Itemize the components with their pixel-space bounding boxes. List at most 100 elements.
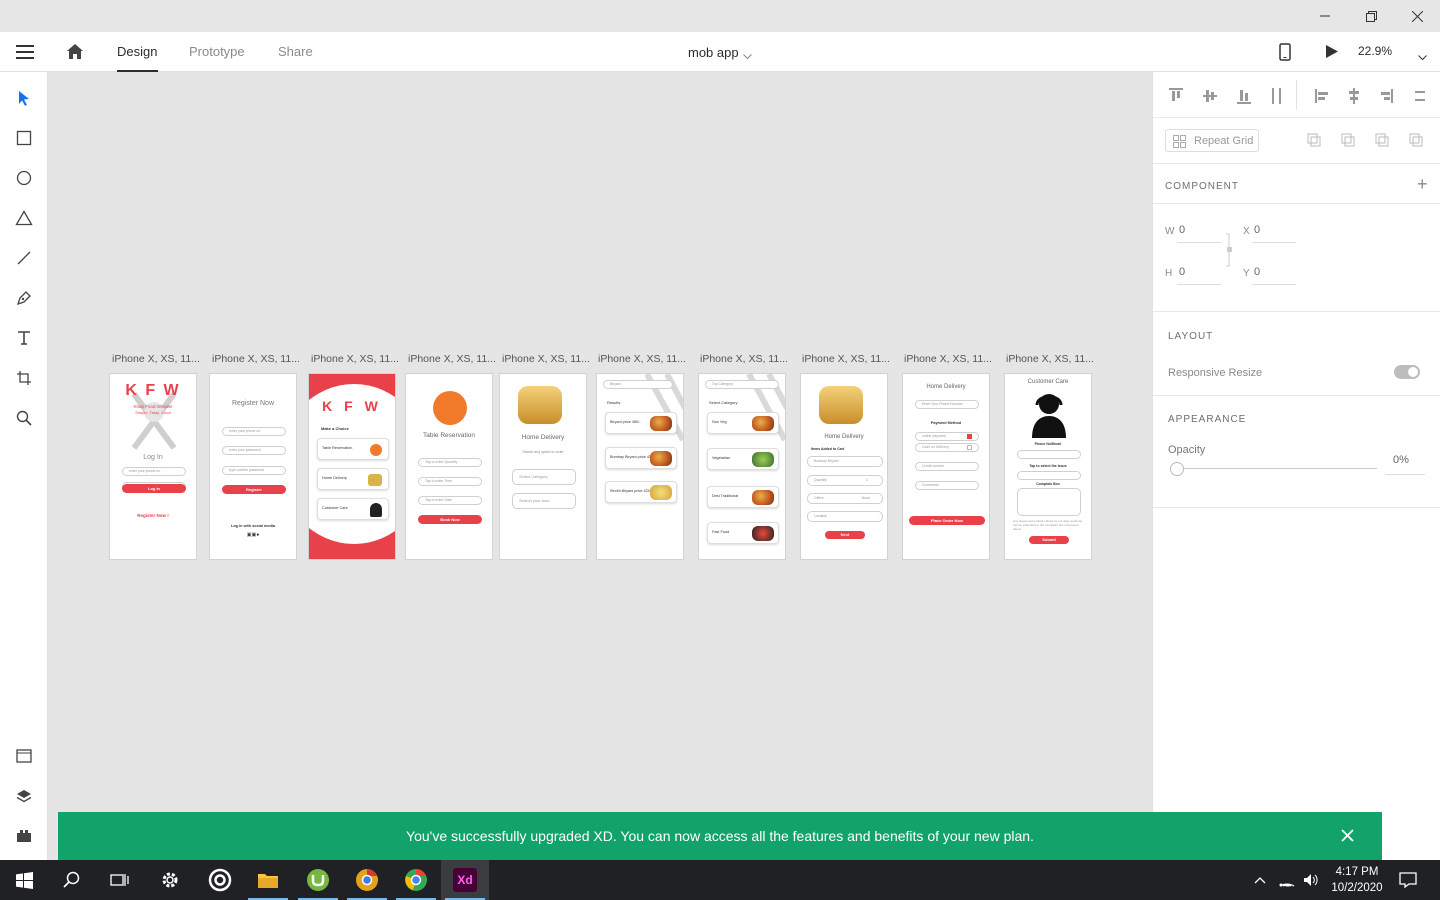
food-search-field[interactable]: Search your food <box>512 493 576 509</box>
zoom-chevron-icon[interactable] <box>1418 48 1427 66</box>
category-item[interactable]: Non Veg <box>707 412 779 434</box>
boolean-ops-icons[interactable] <box>1307 133 1427 147</box>
settings-gear-icon[interactable] <box>146 860 194 900</box>
close-icon[interactable] <box>1394 0 1440 32</box>
select-icon[interactable] <box>12 86 36 110</box>
phone-field[interactable]: Enter Your Phone Number <box>915 400 979 409</box>
assets-icon[interactable] <box>12 744 36 768</box>
artboard-label[interactable]: iPhone X, XS, 11... <box>904 353 994 365</box>
artboard-customer-care[interactable]: Customer Care Phone No/Email Tap to sele… <box>1004 373 1092 560</box>
result-item[interactable]: Sindhi Biryani price 420/- <box>605 481 677 503</box>
register-link[interactable]: Register Now ! <box>110 513 196 518</box>
adobe-xd-icon[interactable]: Xd <box>441 860 489 900</box>
social-icons[interactable]: ▣▣● <box>210 532 296 538</box>
artboard-label[interactable]: iPhone X, XS, 11... <box>700 353 790 365</box>
place-order-button[interactable]: Place Order Now <box>909 516 985 525</box>
artboard-order[interactable]: Home Delivery Enter Your Phone Number Pa… <box>902 373 990 560</box>
media-app-icon[interactable] <box>196 860 244 900</box>
opacity-slider-handle[interactable] <box>1170 462 1184 476</box>
add-component-icon[interactable]: + <box>1417 174 1428 195</box>
opacity-slider-track[interactable] <box>1177 468 1377 469</box>
alignment-icons[interactable] <box>1169 88 1425 104</box>
submit-button[interactable]: Submit <box>1029 536 1069 544</box>
opacity-value[interactable]: 0% <box>1393 454 1409 466</box>
artboard-label[interactable]: iPhone X, XS, 11... <box>598 353 688 365</box>
search-icon[interactable] <box>48 860 96 900</box>
category-item[interactable]: Fast Food <box>707 522 779 544</box>
artboard-icon[interactable] <box>12 366 36 390</box>
tab-prototype[interactable]: Prototype <box>189 44 245 59</box>
payment-online[interactable]: online payment <box>915 432 979 441</box>
x-value[interactable]: 0 <box>1254 224 1260 236</box>
confirm-password-field[interactable]: type confirm password <box>222 466 286 475</box>
responsive-resize-toggle[interactable] <box>1394 365 1420 379</box>
artboard-table-reservation[interactable]: Table Reservation Tap to enter Quantity … <box>405 373 493 560</box>
h-value[interactable]: 0 <box>1179 266 1185 278</box>
text-icon[interactable] <box>12 326 36 350</box>
tab-design[interactable]: Design <box>117 44 157 59</box>
restore-icon[interactable] <box>1348 0 1394 32</box>
artboard-login[interactable]: K F W Khan Food Wonder Simple, Tasty, Go… <box>109 373 197 560</box>
quantity-field[interactable]: Tap to enter Quantity <box>418 458 482 467</box>
task-view-icon[interactable] <box>96 860 144 900</box>
artboard-label[interactable]: iPhone X, XS, 11... <box>408 353 498 365</box>
register-button[interactable]: Register <box>222 485 286 494</box>
offers-field[interactable]: Offers None <box>807 493 883 504</box>
book-now-button[interactable]: Book Now <box>418 515 482 524</box>
checkbox-icon[interactable] <box>967 434 972 439</box>
next-button[interactable]: Next <box>825 531 865 539</box>
option-table-reservation[interactable]: Table Reservation <box>317 438 389 460</box>
issue-field[interactable] <box>1017 471 1081 480</box>
artboard-home-delivery[interactable]: Home Delivery Search any option to order… <box>499 373 587 560</box>
windows-start-icon[interactable] <box>0 860 48 900</box>
phone-field[interactable]: enter your phone no <box>122 467 186 476</box>
chevron-down-icon[interactable] <box>743 47 752 65</box>
w-value[interactable]: 0 <box>1179 224 1185 236</box>
payment-cod[interactable]: Cash on Delivery <box>915 443 979 452</box>
artboard-label[interactable]: iPhone X, XS, 11... <box>212 353 302 365</box>
home-icon[interactable] <box>66 43 84 65</box>
credit-number-field[interactable]: Credit number <box>915 462 979 471</box>
zoom-icon[interactable] <box>12 406 36 430</box>
option-customer-care[interactable]: Customer Care <box>317 498 389 520</box>
artboard-label[interactable]: iPhone X, XS, 11... <box>802 353 892 365</box>
artboard-register[interactable]: Register Now enter your phone no enter y… <box>209 373 297 560</box>
date-field[interactable]: Tap to enter Date <box>418 496 482 505</box>
hamburger-menu-icon[interactable] <box>16 44 34 65</box>
search-input[interactable]: Top Category <box>705 380 779 389</box>
phone-field[interactable]: enter your phone no <box>222 427 286 436</box>
category-item[interactable]: Desi Traditional <box>707 486 779 508</box>
line-icon[interactable] <box>12 246 36 270</box>
time-field[interactable]: Tap to enter Time <box>418 477 482 486</box>
search-input[interactable]: Biryani <box>603 380 673 389</box>
artboard-results[interactable]: Biryani Results Biryani price 450/- Bomb… <box>596 373 684 560</box>
y-value[interactable]: 0 <box>1254 266 1260 278</box>
chrome-icon[interactable] <box>392 860 440 900</box>
file-explorer-icon[interactable] <box>244 860 292 900</box>
tab-share[interactable]: Share <box>278 44 313 59</box>
device-preview-icon[interactable] <box>1279 43 1291 66</box>
minimize-icon[interactable] <box>1302 0 1348 32</box>
artboard-choice[interactable]: K F W Make a Choice Table Reservation Ho… <box>308 373 396 560</box>
location-field[interactable]: Location <box>807 511 883 522</box>
quantity-field[interactable]: Quantity 1 <box>807 475 883 486</box>
category-field[interactable]: Select Category <box>512 469 576 485</box>
play-icon[interactable] <box>1325 44 1339 64</box>
ellipse-icon[interactable] <box>12 166 36 190</box>
layers-icon[interactable] <box>12 784 36 808</box>
artboard-label[interactable]: iPhone X, XS, 11... <box>112 353 202 365</box>
utorrent-icon[interactable] <box>294 860 342 900</box>
comments-field[interactable]: Comments <box>915 481 979 490</box>
zoom-level[interactable]: 22.9% <box>1358 44 1392 58</box>
chrome-canary-icon[interactable] <box>343 860 391 900</box>
document-title[interactable]: mob app <box>688 45 739 60</box>
artboard-label[interactable]: iPhone X, XS, 11... <box>311 353 401 365</box>
category-item[interactable]: Vegetarian <box>707 448 779 470</box>
login-button[interactable]: Log in <box>122 484 186 493</box>
notifications-icon[interactable] <box>1392 860 1424 900</box>
password-field[interactable]: enter your password <box>222 446 286 455</box>
repeat-grid-button[interactable]: Repeat Grid <box>1165 129 1259 152</box>
lock-aspect-icon[interactable] <box>1225 230 1233 270</box>
polygon-icon[interactable] <box>12 206 36 230</box>
rectangle-icon[interactable] <box>12 126 36 150</box>
